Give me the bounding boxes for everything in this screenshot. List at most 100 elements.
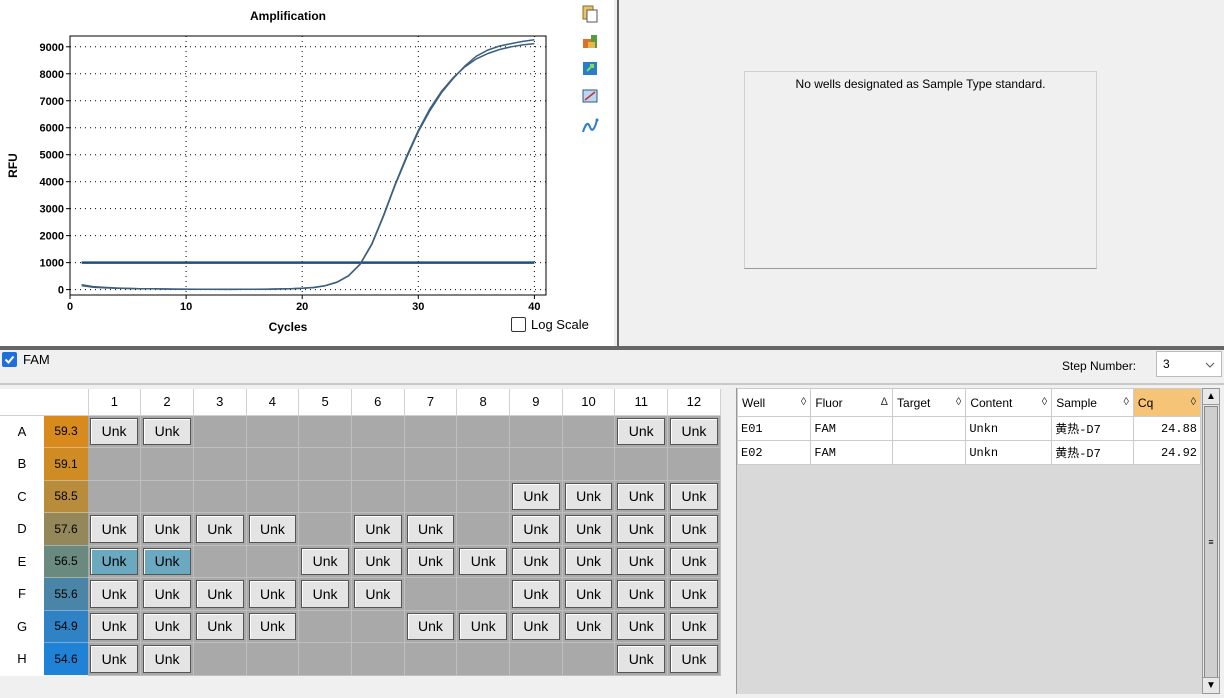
well-button[interactable]: Unk bbox=[90, 417, 139, 445]
column-header[interactable]: 5 bbox=[298, 389, 352, 416]
plate-well[interactable] bbox=[193, 480, 247, 513]
row-header[interactable]: C bbox=[0, 480, 44, 513]
plate-well[interactable] bbox=[404, 480, 458, 513]
well-button[interactable]: Unk bbox=[301, 580, 349, 608]
plate-well[interactable]: Unk bbox=[456, 545, 510, 578]
plate-well[interactable]: Unk bbox=[140, 512, 194, 546]
plate-well[interactable]: Unk bbox=[298, 545, 352, 578]
well-button[interactable]: Unk bbox=[512, 515, 560, 543]
plate-well[interactable] bbox=[246, 415, 300, 448]
plate-well[interactable] bbox=[140, 447, 194, 481]
plate-well[interactable]: Unk bbox=[667, 415, 721, 448]
plate-well[interactable]: Unk bbox=[667, 610, 721, 643]
plate-well[interactable] bbox=[193, 642, 247, 676]
plate-well[interactable]: Unk bbox=[140, 415, 194, 448]
column-header-cq[interactable]: Cq ◊ bbox=[1132, 388, 1202, 417]
table-row[interactable]: E01 FAM Unkn 黄热-D7 24.88 bbox=[736, 416, 1202, 441]
column-header[interactable]: 3 bbox=[193, 389, 247, 416]
plate-well[interactable]: Unk bbox=[562, 545, 616, 578]
plate-well[interactable]: Unk bbox=[667, 512, 721, 546]
row-header[interactable]: H bbox=[0, 642, 44, 676]
plate-well[interactable]: Unk bbox=[509, 512, 563, 546]
plate-well[interactable]: Unk bbox=[88, 577, 142, 611]
well-button[interactable]: Unk bbox=[248, 612, 297, 640]
plate-well[interactable]: Unk bbox=[404, 512, 458, 546]
plate-well[interactable] bbox=[193, 447, 247, 481]
plate-well[interactable] bbox=[246, 447, 300, 481]
table-cell[interactable]: E02 bbox=[736, 440, 812, 465]
plate-well[interactable] bbox=[351, 610, 405, 643]
table-cell[interactable]: FAM bbox=[810, 416, 894, 441]
well-button[interactable]: Unk bbox=[617, 515, 666, 543]
plate-well[interactable]: Unk bbox=[246, 610, 300, 643]
well-button[interactable]: Unk bbox=[90, 645, 139, 673]
vertical-splitter[interactable] bbox=[614, 0, 622, 346]
well-button[interactable]: Unk bbox=[143, 417, 191, 445]
row-header[interactable]: A bbox=[0, 415, 44, 448]
column-header-fluor[interactable]: Fluor Δ bbox=[810, 388, 894, 417]
plate-well[interactable]: Unk bbox=[509, 610, 563, 643]
check-icon[interactable] bbox=[2, 352, 17, 367]
column-header-target[interactable]: Target ◊ bbox=[892, 388, 967, 417]
plate-well[interactable]: Unk bbox=[351, 545, 405, 578]
plate-well[interactable]: Unk bbox=[614, 512, 669, 546]
column-header-content[interactable]: Content ◊ bbox=[965, 388, 1053, 417]
row-header[interactable]: B bbox=[0, 447, 44, 481]
plate-well[interactable] bbox=[404, 415, 458, 448]
plate-well[interactable] bbox=[456, 480, 510, 513]
well-button[interactable]: Unk bbox=[564, 482, 613, 510]
plate-well[interactable]: Unk bbox=[88, 610, 142, 643]
plate-well[interactable] bbox=[404, 642, 458, 676]
table-cell[interactable]: 24.92 bbox=[1132, 440, 1202, 465]
plate-well[interactable] bbox=[456, 642, 510, 676]
well-button[interactable]: Unk bbox=[670, 645, 718, 673]
column-header[interactable]: 4 bbox=[246, 389, 300, 416]
well-button[interactable]: Unk bbox=[670, 482, 718, 510]
well-button[interactable]: Unk bbox=[143, 645, 191, 673]
table-cell[interactable]: FAM bbox=[810, 440, 894, 465]
column-header[interactable]: 8 bbox=[456, 389, 510, 416]
plate-well[interactable] bbox=[298, 415, 352, 448]
plate-well[interactable] bbox=[667, 447, 721, 481]
sort-icon[interactable]: ◊ bbox=[801, 396, 806, 408]
plate-well[interactable]: Unk bbox=[614, 480, 669, 513]
well-button[interactable]: Unk bbox=[301, 547, 349, 575]
plate-well[interactable]: Unk bbox=[614, 610, 669, 643]
plate-well[interactable] bbox=[298, 642, 352, 676]
plate-well[interactable]: Unk bbox=[140, 610, 194, 643]
plate-well[interactable]: Unk bbox=[351, 512, 405, 546]
plate-well[interactable] bbox=[456, 512, 510, 546]
table-cell[interactable]: E01 bbox=[736, 416, 812, 441]
plate-well[interactable]: Unk bbox=[193, 512, 247, 546]
plate-well[interactable] bbox=[88, 480, 142, 513]
plate-well[interactable] bbox=[298, 610, 352, 643]
plate-well[interactable]: Unk bbox=[246, 577, 300, 611]
column-header-well[interactable]: Well ◊ bbox=[736, 388, 812, 417]
well-button[interactable]: Unk bbox=[670, 515, 718, 543]
well-button[interactable]: Unk bbox=[459, 547, 507, 575]
print-icon[interactable] bbox=[580, 31, 600, 51]
well-button[interactable]: Unk bbox=[248, 580, 297, 608]
copy-icon[interactable] bbox=[580, 4, 600, 24]
plate-well[interactable]: Unk bbox=[88, 512, 142, 546]
row-header[interactable]: F bbox=[0, 577, 44, 611]
plate-well[interactable] bbox=[509, 447, 563, 481]
plate-well[interactable]: Unk bbox=[193, 577, 247, 611]
plate-well[interactable]: Unk bbox=[298, 577, 352, 611]
column-header[interactable]: 12 bbox=[667, 389, 721, 416]
plate-well[interactable]: Unk bbox=[456, 610, 510, 643]
table-cell[interactable]: 黄热-D7 bbox=[1051, 440, 1134, 465]
well-button[interactable]: Unk bbox=[406, 515, 455, 543]
plate-well[interactable]: Unk bbox=[562, 480, 616, 513]
plate-well[interactable] bbox=[456, 415, 510, 448]
scroll-thumb[interactable]: ≡ bbox=[1204, 406, 1218, 678]
results-scrollbar[interactable]: ▲ ≡ ▼ bbox=[1202, 388, 1220, 694]
sort-icon[interactable]: ◊ bbox=[956, 396, 961, 408]
sort-icon[interactable]: Δ bbox=[881, 396, 888, 408]
well-button[interactable]: Unk bbox=[143, 612, 191, 640]
well-button[interactable]: Unk bbox=[512, 580, 560, 608]
plate-well[interactable]: Unk bbox=[667, 577, 721, 611]
column-header[interactable]: 2 bbox=[140, 389, 194, 416]
plate-well[interactable] bbox=[456, 577, 510, 611]
zoom-icon[interactable] bbox=[580, 86, 600, 106]
